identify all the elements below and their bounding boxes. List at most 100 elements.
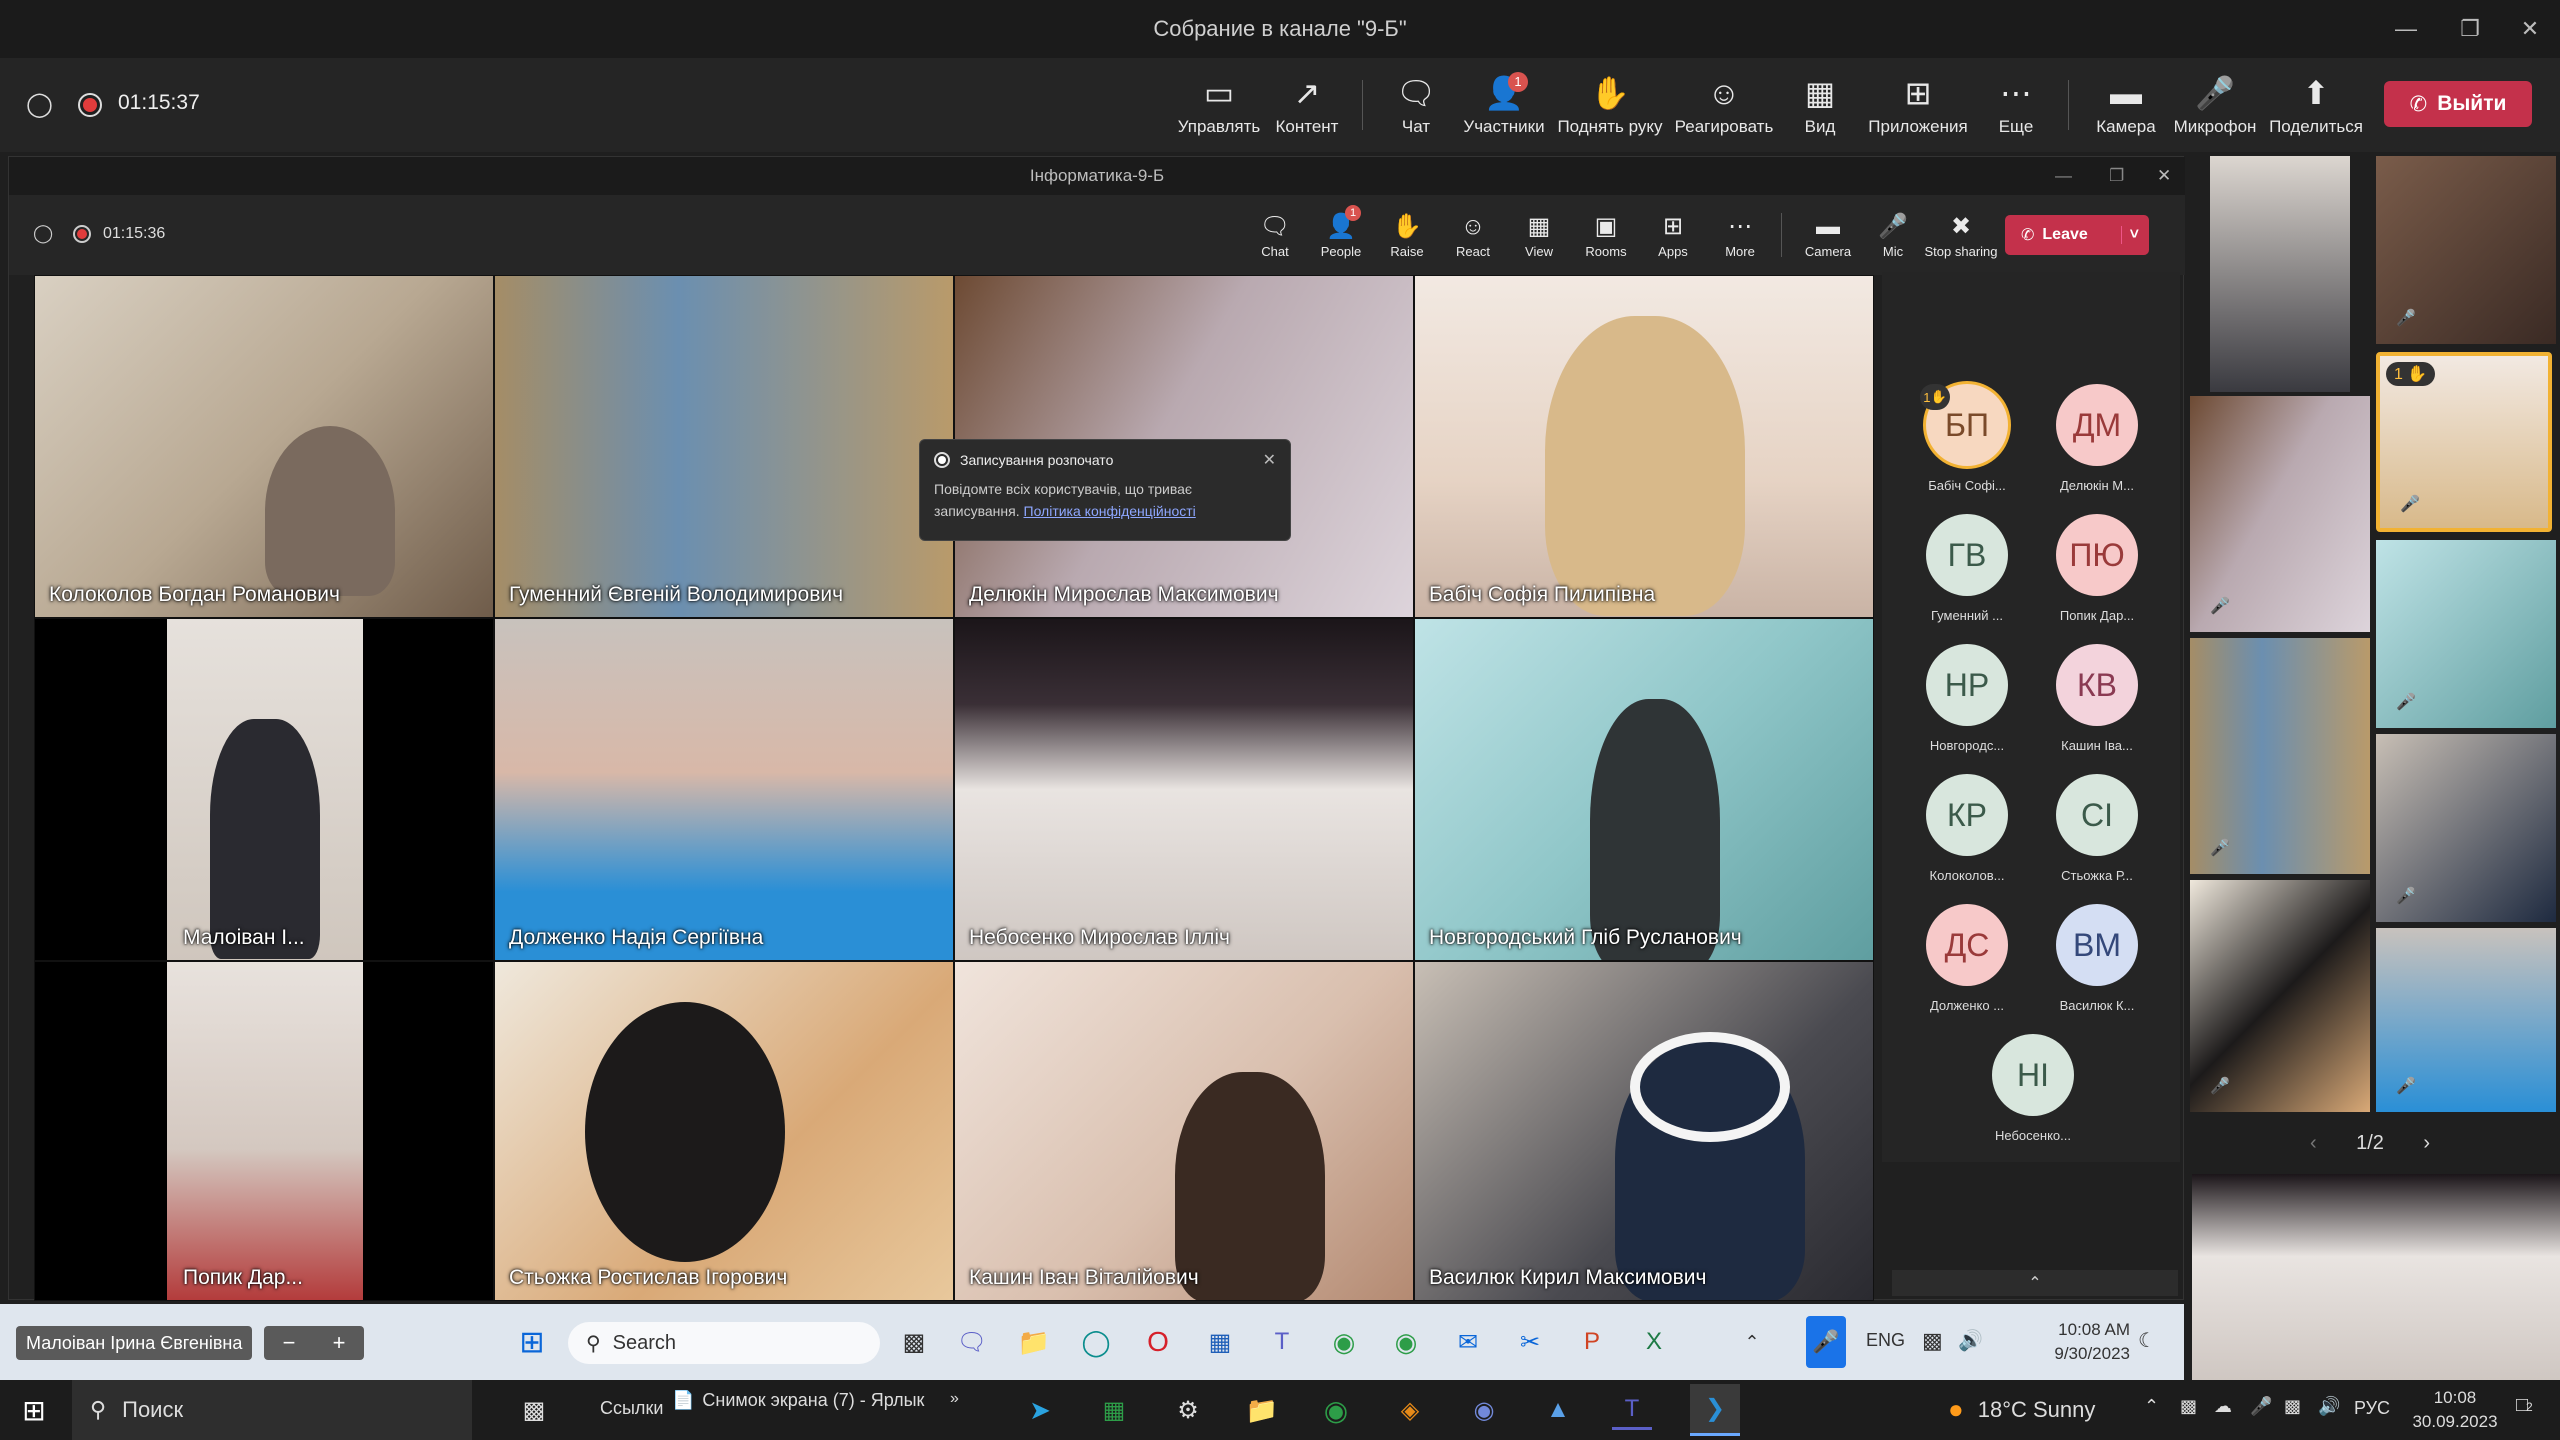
inner-stop-sharing[interactable]: ✖ Stop sharing — [1923, 195, 1999, 275]
teams-icon[interactable]: T — [1612, 1390, 1652, 1430]
volume-icon[interactable]: 🔊 — [2318, 1396, 2340, 1417]
vscode-icon[interactable]: ❯ — [1690, 1384, 1740, 1436]
teams-icon[interactable]: T — [1264, 1324, 1300, 1360]
toolbar-view[interactable]: ▦ Вид — [1780, 58, 1860, 152]
powerpoint-icon[interactable]: P — [1574, 1324, 1610, 1360]
toolbar-more[interactable]: ⋯ Еще — [1976, 58, 2056, 152]
notification-center-icon[interactable]: □ 2 — [2516, 1394, 2533, 1417]
inner-leave-button[interactable]: ✆ Leave ˅ — [2005, 215, 2149, 255]
snipping-tool-icon[interactable]: ✂ — [1512, 1324, 1548, 1360]
zoom-in-icon[interactable]: + — [333, 1330, 346, 1356]
avatar[interactable]: ВМ — [2056, 904, 2138, 986]
video-tile[interactable]: Небосенко Мирослав Ілліч — [954, 618, 1414, 961]
tray-chevron-icon[interactable]: ⌃ — [2144, 1396, 2159, 1417]
video-tile[interactable]: Попик Дар... — [34, 961, 494, 1301]
edge-icon[interactable]: ◯ — [1078, 1324, 1114, 1360]
chevron-down-icon[interactable]: ˅ — [2120, 226, 2139, 244]
video-tile[interactable]: Стьожка Ростислав Ігорович — [494, 961, 954, 1301]
telegram-icon[interactable]: ➤ — [1020, 1390, 1060, 1430]
video-tile[interactable]: Малоіван І... — [34, 618, 494, 961]
toolbar-share[interactable]: ⬆ Поделиться — [2262, 58, 2370, 152]
toolbar-react[interactable]: ☺ Реагировать — [1668, 58, 1780, 152]
task-view-icon[interactable]: ▩ — [516, 1392, 552, 1428]
inner-chat[interactable]: 🗨 Chat — [1247, 195, 1303, 275]
store-icon[interactable]: ▦ — [1202, 1324, 1238, 1360]
toolbar-raise-hand[interactable]: ✋ Поднять руку — [1552, 58, 1668, 152]
chrome-icon[interactable]: ◉ — [1326, 1324, 1362, 1360]
participant-thumbnail[interactable]: 🎤 — [2190, 638, 2370, 874]
language-indicator[interactable]: РУС — [2354, 1398, 2390, 1419]
network-icon[interactable]: ▩ — [1922, 1328, 1943, 1354]
inner-people[interactable]: 👤 People 1 — [1311, 195, 1371, 275]
toolbar-manage[interactable]: ▭ Управлять — [1176, 58, 1262, 152]
chevron-right-icon[interactable]: › — [2423, 1132, 2430, 1155]
taskbar-clock[interactable]: 10:08 30.09.2023 — [2400, 1386, 2510, 1434]
toolbar-camera[interactable]: ▬ Камера — [2084, 58, 2168, 152]
teams-chat-icon[interactable]: 🗨 — [954, 1324, 990, 1360]
participant-thumbnail[interactable]: 🎤 — [2190, 396, 2370, 632]
participant-thumbnail[interactable] — [2210, 156, 2350, 392]
avatar[interactable]: НР — [1926, 644, 2008, 726]
avatar[interactable]: КВ — [2056, 644, 2138, 726]
inner-more[interactable]: ⋯ More — [1709, 195, 1771, 275]
taskbar-clock[interactable]: 10:08 AM 9/30/2023 — [2030, 1318, 2130, 1366]
file-explorer-icon[interactable]: 📁 — [1016, 1324, 1052, 1360]
focus-icon[interactable]: ☾ — [2138, 1328, 2156, 1353]
discord-icon[interactable]: ◉ — [1464, 1390, 1504, 1430]
participant-thumbnail[interactable]: 🎤 — [2376, 540, 2556, 728]
language-indicator[interactable]: ENG — [1866, 1330, 1905, 1351]
mic-active-icon[interactable]: 🎤 — [1806, 1316, 1846, 1368]
mic-icon[interactable]: 🎤 — [2250, 1396, 2272, 1417]
tray-app-icon[interactable]: ▩ — [2180, 1396, 2197, 1417]
participant-thumbnail-active[interactable]: 1 ✋ 🎤 — [2376, 352, 2552, 532]
close-button[interactable]: ✕ — [2500, 0, 2560, 58]
chrome-profile-icon[interactable]: ◉ — [1388, 1324, 1424, 1360]
task-view-icon[interactable]: ▩ — [896, 1324, 932, 1360]
screenshot-shortcut[interactable]: 📄 Снимок экрана (7) - Ярлык — [672, 1390, 924, 1411]
chevron-right-double-icon[interactable]: » — [950, 1390, 959, 1408]
avatar[interactable]: НІ — [1992, 1034, 2074, 1116]
tray-chevron-icon[interactable]: ⌃ — [1740, 1324, 1764, 1360]
inner-mic[interactable]: 🎤 Mic — [1865, 195, 1921, 275]
video-tile[interactable]: Гуменний Євгеній Володимирович — [494, 275, 954, 618]
participant-thumbnail[interactable]: 🎤 — [2376, 156, 2556, 344]
avatar[interactable]: ДС — [1926, 904, 2008, 986]
participant-thumbnail[interactable]: 🎤 — [2190, 880, 2370, 1112]
notification-close-icon[interactable]: ✕ — [1263, 450, 1276, 470]
avatar[interactable]: ДМ — [2056, 384, 2138, 466]
inner-view[interactable]: ▦ View — [1509, 195, 1569, 275]
leave-button[interactable]: ✆ Выйти — [2384, 81, 2532, 127]
outlook-icon[interactable]: ✉ — [1450, 1324, 1486, 1360]
spreadsheet-icon[interactable]: ▦ — [1094, 1390, 1134, 1430]
restore-button[interactable]: ❐ — [2440, 0, 2500, 58]
steam-icon[interactable]: ⚙ — [1168, 1390, 1208, 1430]
inner-camera[interactable]: ▬ Camera — [1793, 195, 1863, 275]
toolbar-chat[interactable]: 🗨 Чат — [1376, 58, 1456, 152]
onedrive-icon[interactable]: ☁ — [2214, 1396, 2232, 1417]
taskbar-search[interactable]: ⚲ Search — [568, 1322, 880, 1364]
links-toolbar[interactable]: Ссылки — [600, 1398, 663, 1419]
volume-icon[interactable]: 🔊 — [1958, 1328, 1983, 1353]
taskbar-search-box[interactable]: ⚲ Поиск — [72, 1380, 472, 1440]
participant-thumbnail[interactable]: 🎤 — [2376, 734, 2556, 922]
video-tile[interactable]: Колоколов Богдан Романович — [34, 275, 494, 618]
toolbar-microphone[interactable]: 🎤 Микрофон — [2168, 58, 2262, 152]
toolbar-content[interactable]: ↗ Контент — [1262, 58, 1352, 152]
weather-widget[interactable]: ● 18°C Sunny — [1948, 1394, 2095, 1425]
app-store-icon[interactable]: ▲ — [1538, 1390, 1578, 1430]
inner-react[interactable]: ☺ React — [1443, 195, 1503, 275]
excel-icon[interactable]: X — [1636, 1324, 1672, 1360]
video-tile[interactable]: Бабіч Софія Пилипівна — [1414, 275, 1874, 618]
participant-thumbnail[interactable]: 🎤 — [2376, 928, 2556, 1112]
avatar[interactable]: СІ — [2056, 774, 2138, 856]
chevron-left-icon[interactable]: ‹ — [2310, 1132, 2317, 1155]
zoom-out-icon[interactable]: − — [283, 1330, 296, 1356]
avatar[interactable]: ПЮ — [2056, 514, 2138, 596]
toolbar-participants[interactable]: 👤 Участники 1 — [1456, 58, 1552, 152]
app-icon[interactable]: ◈ — [1390, 1390, 1430, 1430]
opera-icon[interactable]: O — [1140, 1324, 1176, 1360]
network-icon[interactable]: ▩ — [2284, 1396, 2301, 1417]
toolbar-apps[interactable]: ⊞ Приложения — [1860, 58, 1976, 152]
privacy-policy-link[interactable]: Політика конфіденційності — [1024, 503, 1196, 519]
chevron-up-icon[interactable]: ⌃ — [1892, 1270, 2178, 1296]
